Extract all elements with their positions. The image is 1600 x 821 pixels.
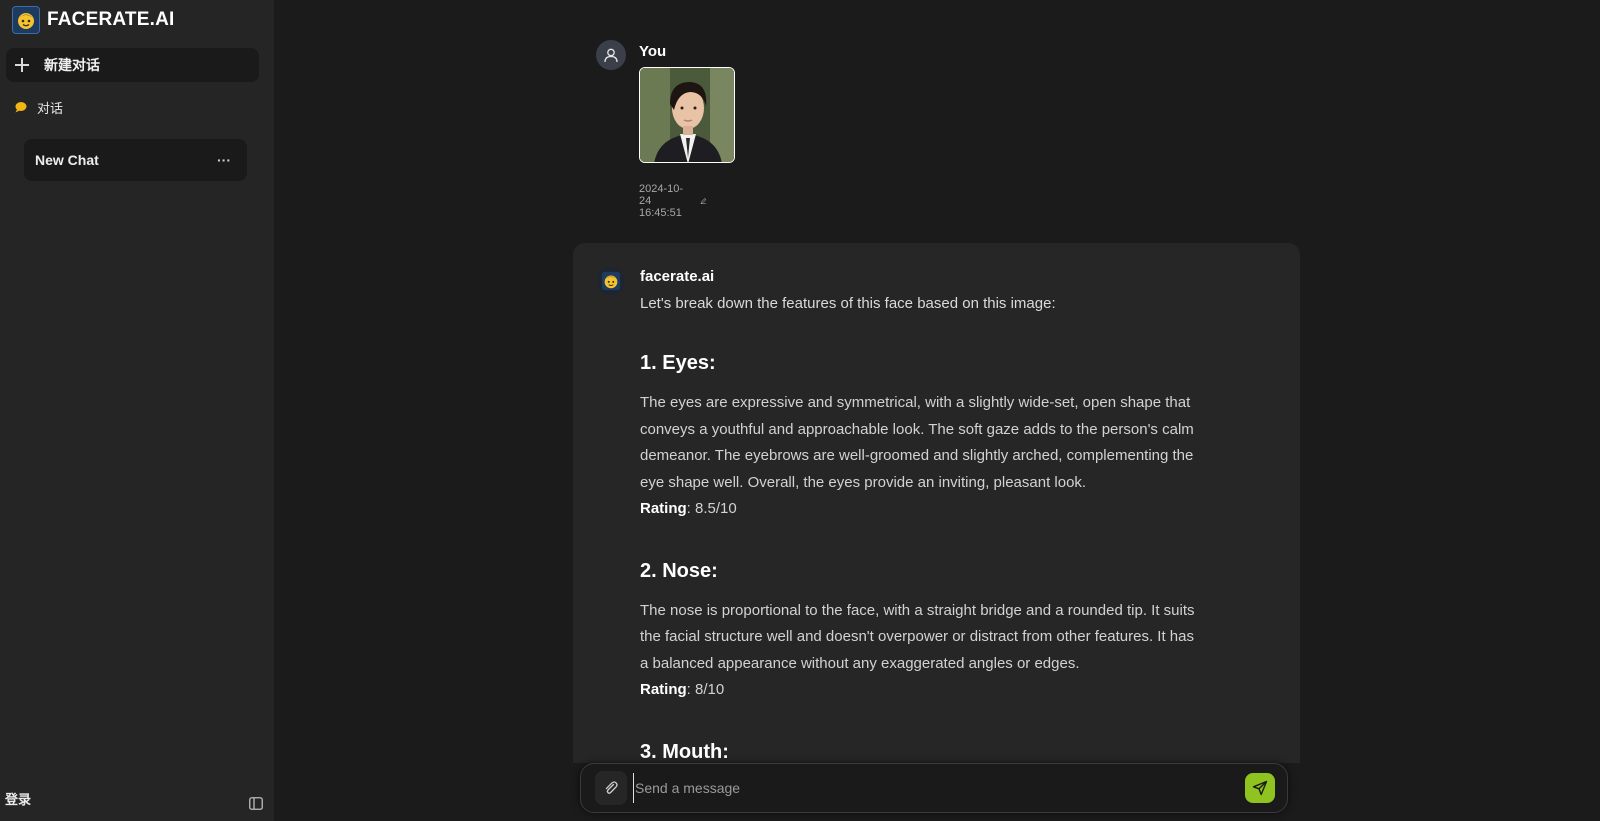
message-input[interactable] xyxy=(633,773,1233,803)
paragraph-line: The eyes are expressive and symmetrical,… xyxy=(640,394,1191,411)
attach-button[interactable] xyxy=(595,771,627,805)
paragraph-line: The nose is proportional to the face, wi… xyxy=(640,601,1195,619)
chat-bubble-icon xyxy=(15,102,27,113)
paragraph-line: eye shape well. Overall, the eyes provid… xyxy=(640,473,1087,491)
conversations-section-header: 对话 xyxy=(14,97,63,117)
send-icon xyxy=(1252,780,1268,796)
user-icon xyxy=(604,48,618,63)
message-intro: Let's break down the features of this fa… xyxy=(640,295,1056,312)
section-paragraph-eyes: The eyes are expressive and symmetrical,… xyxy=(640,390,1252,496)
section-heading-eyes: 1. Eyes: xyxy=(640,352,716,374)
brand-name: FACERATE.AI xyxy=(47,9,175,30)
brand[interactable]: FACERATE.AI xyxy=(12,6,174,34)
assistant-message: facerate.ai Let's break down the feature… xyxy=(573,243,1300,763)
plus-icon xyxy=(14,57,30,73)
uploaded-face-photo[interactable] xyxy=(639,67,735,163)
rating-value: : 8.5/10 xyxy=(686,500,737,517)
facerate-logo-icon xyxy=(601,271,621,291)
rating-value: : 8/10 xyxy=(686,681,725,698)
paragraph-line: a balanced appearance without any exagge… xyxy=(640,654,1080,672)
sidebar-toggle-icon[interactable] xyxy=(249,797,263,810)
new-chat-label: 新建对话 xyxy=(44,57,100,73)
section-heading-mouth: 3. Mouth: xyxy=(640,740,729,763)
user-author-name: You xyxy=(639,43,667,60)
new-chat-button[interactable]: 新建对话 xyxy=(6,48,259,82)
message-timestamp: 2024-10-24 16:45:51 xyxy=(639,183,684,219)
paragraph-line: the facial structure well and doesn't ov… xyxy=(640,628,1194,645)
assistant-author-name: facerate.ai xyxy=(640,268,715,285)
facerate-logo-icon xyxy=(12,6,40,34)
chat-item-label: New Chat xyxy=(35,152,99,168)
message-composer xyxy=(580,763,1288,813)
assistant-avatar xyxy=(597,267,625,295)
section-heading-nose: 2. Nose: xyxy=(640,559,718,582)
sidebar: FACERATE.AI 新建对话 对话 New Chat ··· 登录 xyxy=(0,0,274,821)
paragraph-line: demeanor. The eyebrows are well-groomed … xyxy=(640,447,1194,464)
paragraph-line: conveys a youthful and approachable look… xyxy=(640,420,1194,438)
more-icon[interactable]: ··· xyxy=(209,152,239,168)
chat-list-item[interactable]: New Chat ··· xyxy=(24,139,247,181)
user-avatar xyxy=(596,40,626,70)
chat-area: You 2024-10-24 16:45:51 facerate.ai Let'… xyxy=(274,0,1600,821)
login-link[interactable]: 登录 xyxy=(5,789,31,808)
rating-label: Rating xyxy=(640,681,687,698)
rating-label: Rating xyxy=(640,500,687,517)
assistant-message-body: Let's break down the features of this fa… xyxy=(640,293,1252,763)
rating-nose: Rating: 8/10 xyxy=(640,677,1252,704)
section-label: 对话 xyxy=(37,100,64,116)
paperclip-icon xyxy=(605,781,618,794)
section-paragraph-nose: The nose is proportional to the face, wi… xyxy=(640,598,1252,678)
message-meta: 2024-10-24 16:45:51 xyxy=(639,183,707,219)
rating-eyes: Rating: 8.5/10 xyxy=(640,496,1252,523)
send-button[interactable] xyxy=(1245,773,1275,803)
edit-icon[interactable] xyxy=(700,194,707,208)
